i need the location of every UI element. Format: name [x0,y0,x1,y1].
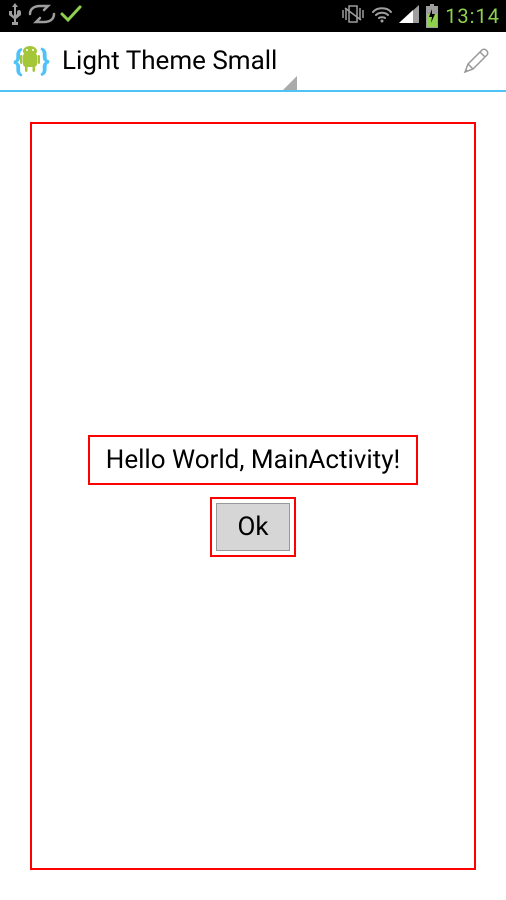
layout-bounds-container: Hello World, MainActivity! Ok [30,122,476,870]
check-icon [60,4,82,28]
usb-icon [6,2,24,30]
ok-button[interactable]: Ok [216,503,289,551]
wifi-icon [371,5,393,27]
content-area: Hello World, MainActivity! Ok [0,92,506,900]
signal-icon [399,5,419,27]
edit-button[interactable] [456,41,496,81]
greeting-text: Hello World, MainActivity! [88,435,418,485]
status-bar-right: 13:14 [341,4,500,28]
layout-bounds-button: Ok [210,497,295,557]
sync-icon [28,4,56,28]
svg-text:}: } [40,44,50,79]
vibrate-icon [341,4,365,28]
pencil-icon [460,45,492,77]
battery-charging-icon [425,4,439,28]
action-bar: { } Light Theme Small [0,32,506,92]
dropdown-indicator-icon [283,76,297,90]
status-bar: 13:14 [0,0,506,32]
app-title-dropdown[interactable]: Light Theme Small [62,46,277,76]
status-bar-left [6,2,82,30]
status-clock: 13:14 [445,4,500,28]
app-icon[interactable]: { } [10,41,50,81]
app-title-text: Light Theme Small [62,46,277,76]
